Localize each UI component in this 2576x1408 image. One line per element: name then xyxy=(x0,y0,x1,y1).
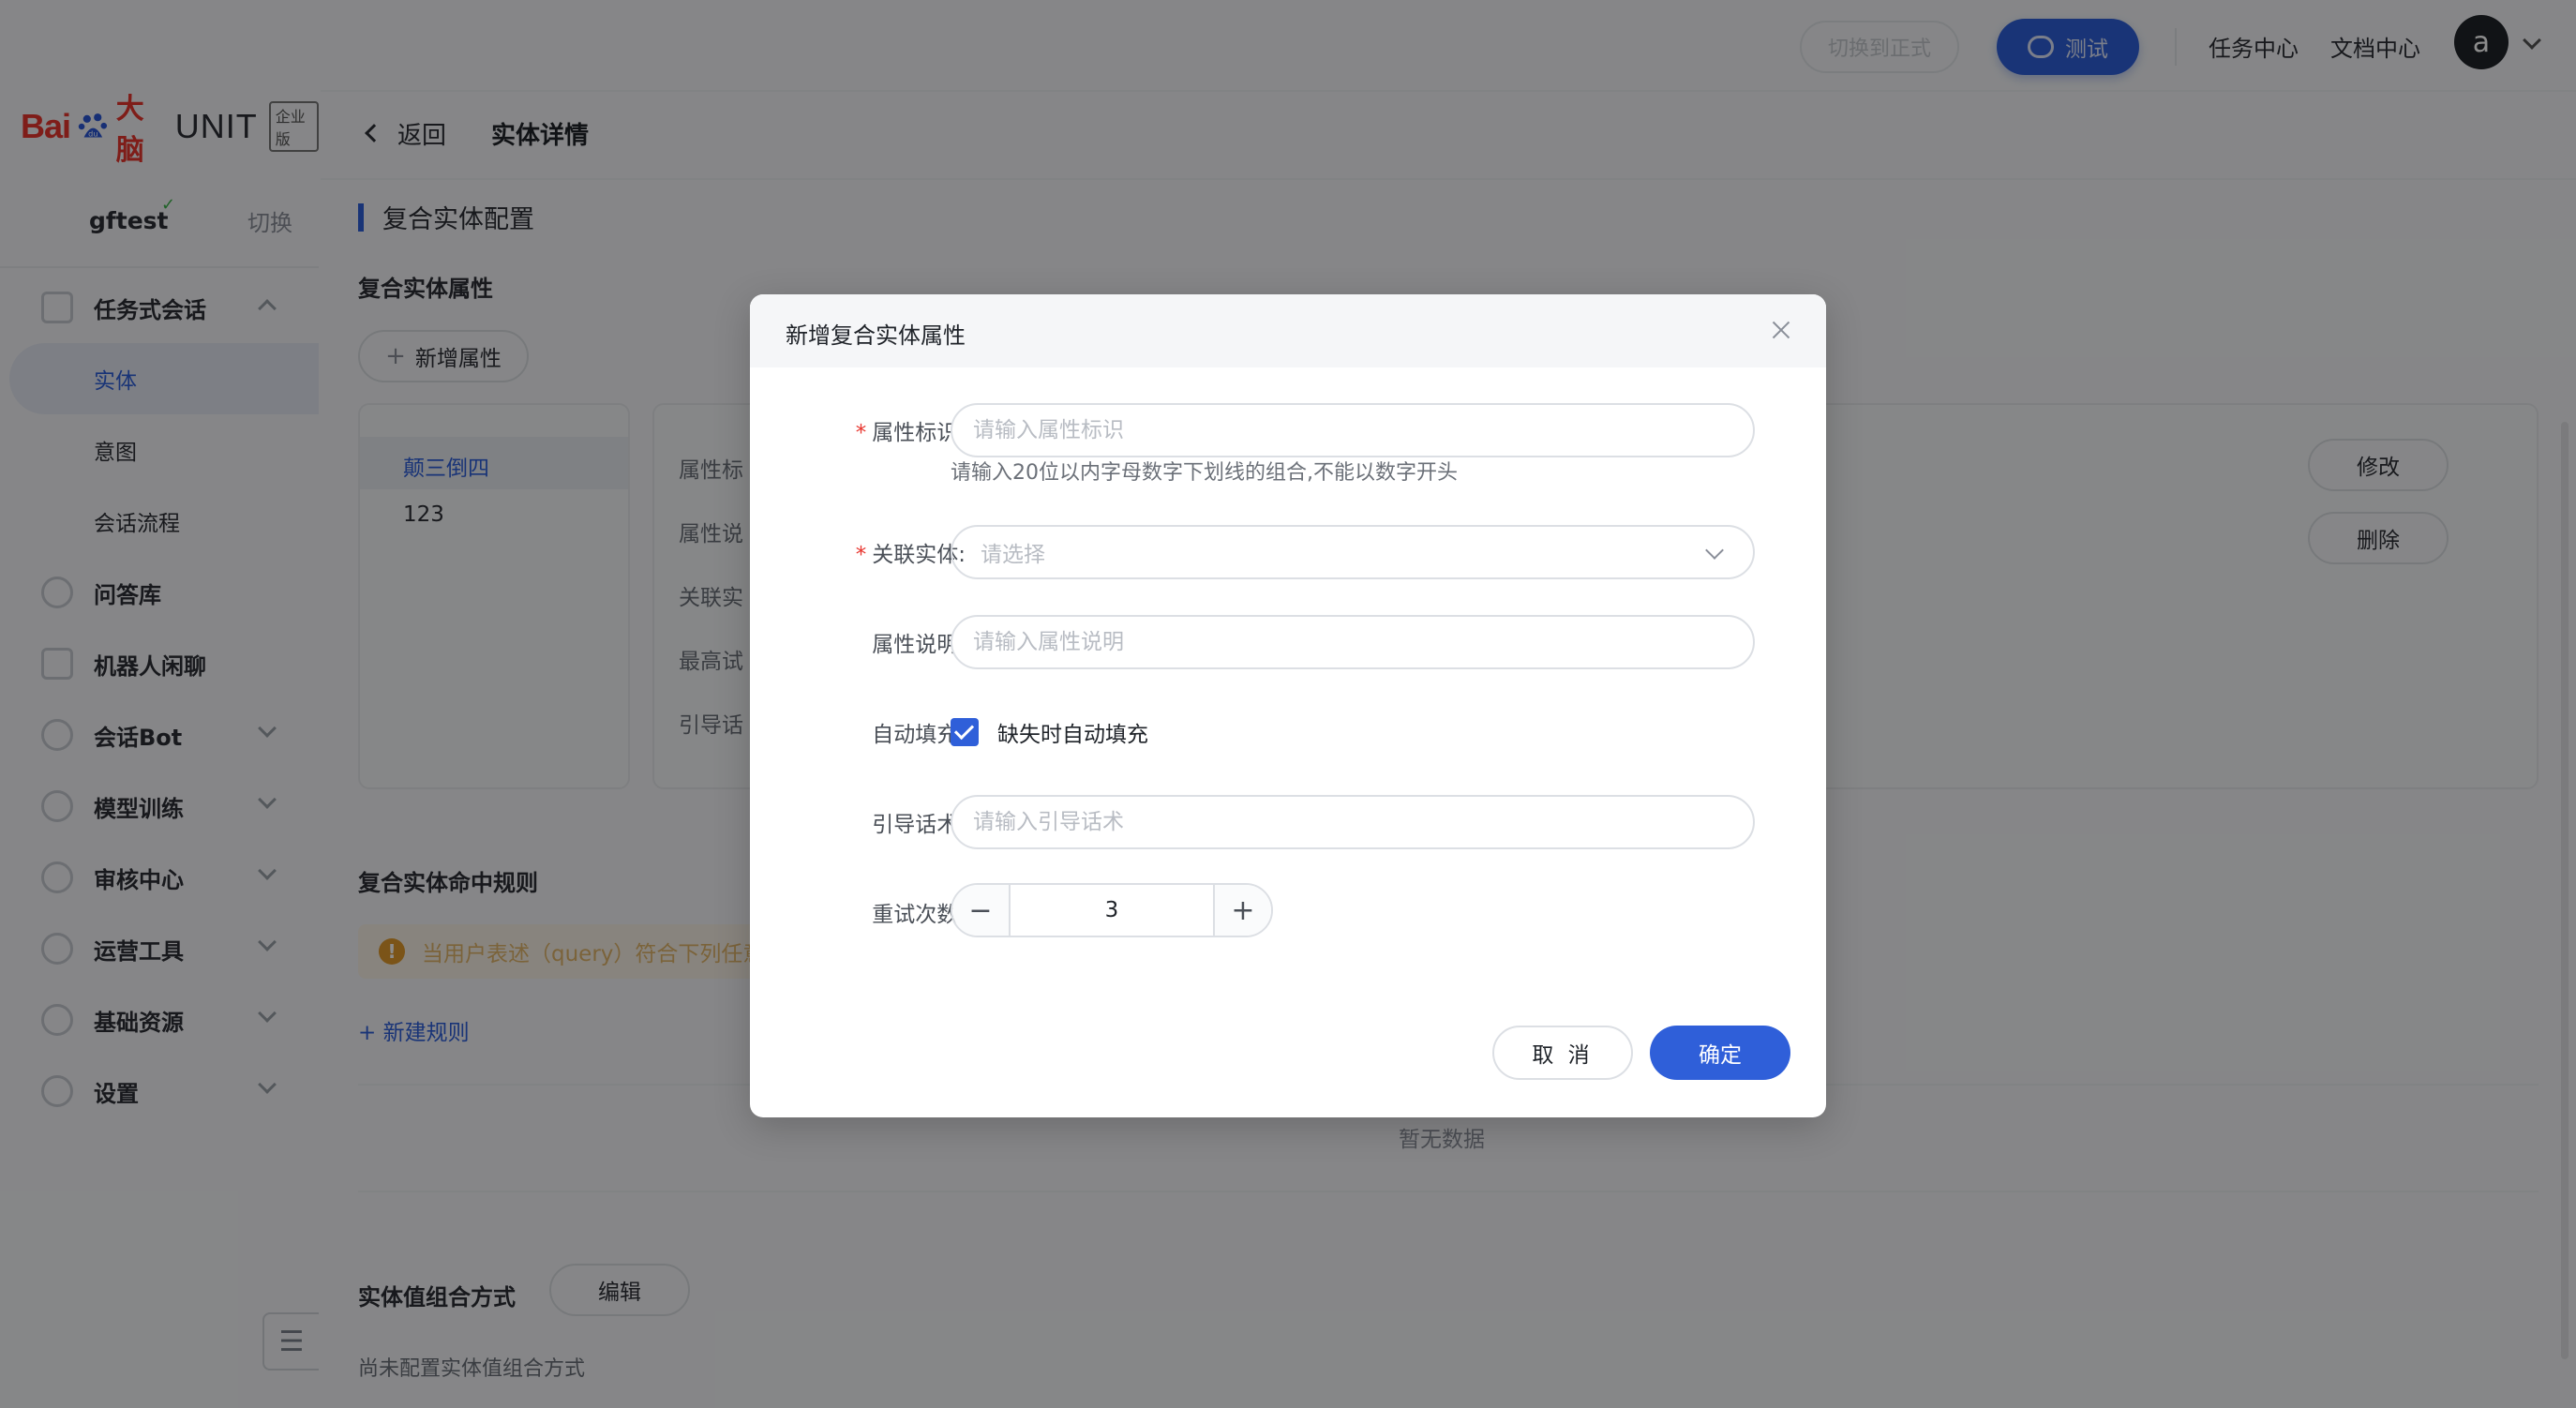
cancel-button[interactable]: 取 消 xyxy=(1492,1026,1633,1080)
required-mark: * xyxy=(855,543,867,567)
add-attr-dialog: 新增复合实体属性 *属性标识: 请输入20位以内字母数字下划线的组合,不能以数字… xyxy=(750,294,1826,1117)
dialog-header: 新增复合实体属性 xyxy=(750,294,1826,367)
autofill-checkbox[interactable]: 缺失时自动填充 xyxy=(951,716,1148,748)
entity-label: * 关联实体: xyxy=(856,536,966,568)
required-mark: * xyxy=(855,421,867,445)
autofill-checkbox-label: 缺失时自动填充 xyxy=(997,723,1148,747)
retry-value[interactable]: 3 xyxy=(1009,885,1215,936)
checkbox-checked-icon[interactable] xyxy=(951,718,979,746)
entity-select[interactable]: 请选择 xyxy=(951,525,1755,579)
guide-input[interactable] xyxy=(951,795,1755,849)
attr-id-hint: 请输入20位以内字母数字下划线的组合,不能以数字开头 xyxy=(951,461,1458,485)
close-icon[interactable] xyxy=(1770,319,1792,341)
minus-button[interactable]: − xyxy=(952,885,1009,936)
desc-input[interactable] xyxy=(951,615,1755,669)
chevron-down-icon xyxy=(1705,541,1724,560)
attr-id-label: * 属性标识: xyxy=(856,414,966,446)
attr-id-input[interactable] xyxy=(951,403,1755,457)
plus-button[interactable]: + xyxy=(1215,885,1271,936)
confirm-button[interactable]: 确定 xyxy=(1650,1026,1790,1080)
entity-select-placeholder: 请选择 xyxy=(981,543,1045,567)
dialog-title: 新增复合实体属性 xyxy=(786,322,966,349)
retry-stepper: − 3 + xyxy=(951,883,1273,937)
